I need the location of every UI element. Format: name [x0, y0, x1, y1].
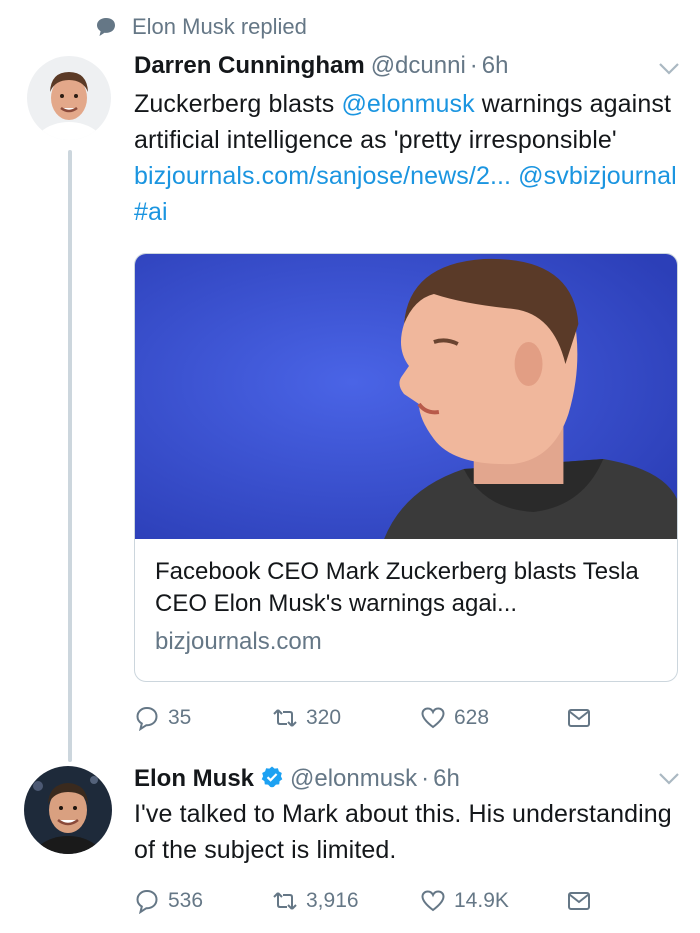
like-count: 628: [454, 706, 490, 729]
tweet-header: Elon Musk @elonmusk · 6h: [134, 762, 460, 793]
url-link[interactable]: bizjournals.com/sanjose/news/2...: [134, 162, 511, 190]
mention-link[interactable]: @elonmusk: [341, 90, 474, 118]
tweet-time[interactable]: 6h: [433, 765, 460, 793]
speech-bubble-icon: [97, 18, 115, 36]
direct-message-button[interactable]: [566, 888, 600, 914]
direct-message-button[interactable]: [566, 705, 600, 731]
author-handle[interactable]: @dcunni: [371, 52, 466, 80]
avatar-elon[interactable]: [24, 766, 112, 854]
thread-connector-line: [68, 150, 72, 762]
author-handle[interactable]: @elonmusk: [290, 765, 417, 793]
reply-count: 35: [168, 706, 192, 729]
tweet-header: Darren Cunningham @dcunni · 6h: [134, 52, 508, 80]
reply-icon: [136, 889, 158, 914]
retweet-count: 3,916: [306, 889, 359, 912]
mention-link[interactable]: @svbizjournal: [518, 162, 677, 190]
card-title: Facebook CEO Mark Zuckerberg blasts Tesl…: [155, 558, 639, 617]
reply-icon: [136, 706, 158, 731]
like-button[interactable]: 628: [420, 705, 489, 731]
like-count: 14.9K: [454, 889, 509, 912]
envelope-icon: [568, 709, 590, 727]
reply-button[interactable]: 35: [134, 705, 191, 731]
retweet-button[interactable]: 320: [272, 705, 341, 731]
tweet-text: I've talked to Mark about this. His unde…: [134, 800, 672, 864]
author-name[interactable]: Elon Musk: [134, 765, 254, 793]
retweet-icon: [273, 892, 297, 910]
tweet-actions: 35 320 628: [134, 705, 604, 735]
heart-icon: [421, 707, 445, 729]
like-button[interactable]: 14.9K: [420, 888, 509, 914]
reply-button[interactable]: 536: [134, 888, 203, 914]
reply-count: 536: [168, 889, 204, 912]
tweet-time[interactable]: 6h: [482, 52, 509, 80]
social-context[interactable]: Elon Musk replied: [94, 12, 307, 42]
tweet-actions: 536 3,916 14.9K: [134, 888, 604, 918]
social-context-text: Elon Musk replied: [132, 14, 307, 39]
chevron-down-icon[interactable]: [658, 772, 680, 786]
separator-dot: ·: [421, 765, 430, 792]
retweet-count: 320: [306, 706, 342, 729]
chevron-down-icon[interactable]: [658, 62, 680, 76]
author-name[interactable]: Darren Cunningham: [134, 52, 365, 80]
tweet-text: Zuckerberg blasts @elonmusk warnings aga…: [134, 86, 679, 230]
hashtag-link[interactable]: #ai: [134, 198, 168, 226]
card-image: [135, 254, 677, 539]
avatar-darren[interactable]: [27, 56, 111, 140]
separator-dot: ·: [469, 52, 478, 79]
card-domain: bizjournals.com: [155, 628, 322, 655]
link-preview-card[interactable]: Facebook CEO Mark Zuckerberg blasts Tesl…: [134, 253, 678, 682]
text-segment: Zuckerberg blasts: [134, 90, 342, 118]
heart-icon: [421, 890, 445, 912]
retweet-button[interactable]: 3,916: [272, 888, 359, 914]
retweet-icon: [273, 709, 297, 727]
verified-badge-icon: [261, 766, 283, 788]
envelope-icon: [568, 892, 590, 910]
